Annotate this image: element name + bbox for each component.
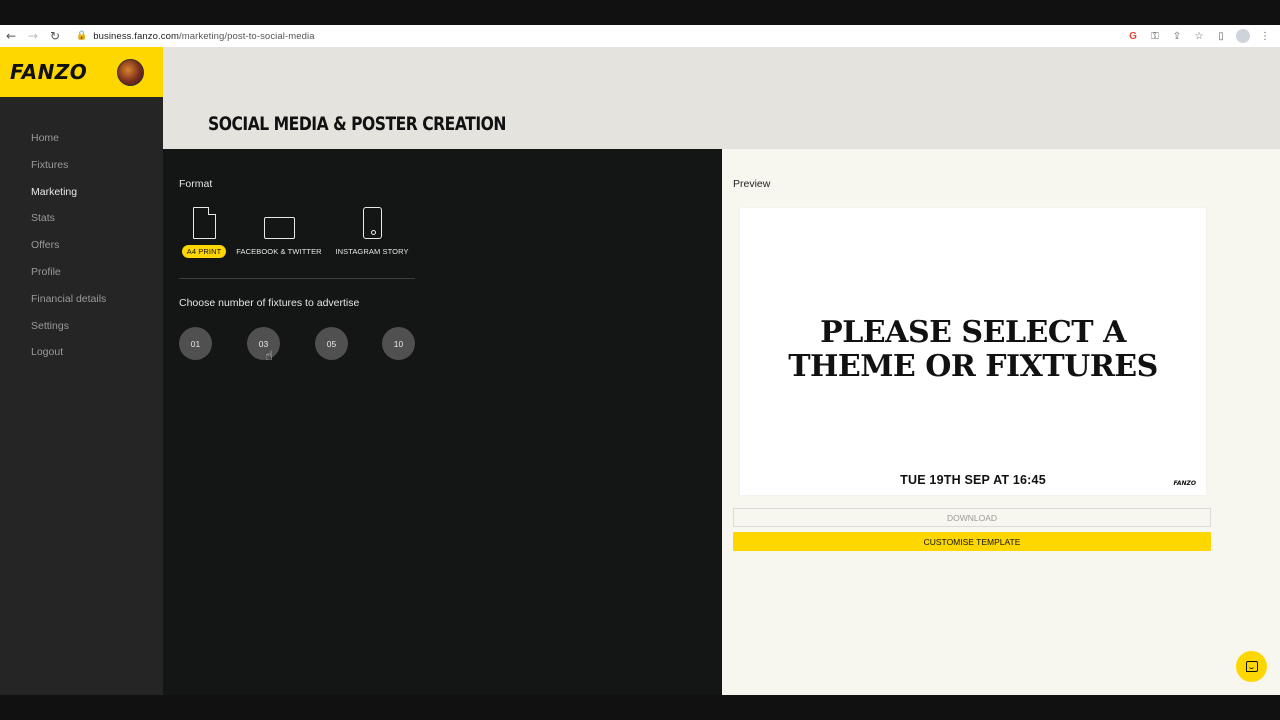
url-host: business.fanzo.com bbox=[93, 30, 179, 42]
star-icon[interactable]: ☆ bbox=[1188, 31, 1210, 42]
reload-icon[interactable]: ↻ bbox=[44, 29, 66, 43]
sidebar-item-logout[interactable]: Logout bbox=[0, 345, 163, 372]
fixture-count-05-button[interactable]: 05 bbox=[315, 327, 348, 360]
format-label-facebook-twitter: FACEBOOK & TWITTER bbox=[236, 247, 322, 256]
fixture-count-10-button[interactable]: 10 bbox=[382, 327, 415, 360]
url-path: /marketing/post-to-social-media bbox=[178, 30, 315, 42]
forward-arrow-icon[interactable]: → bbox=[22, 29, 44, 43]
customise-template-button[interactable]: CUSTOMISE TEMPLATE bbox=[733, 532, 1211, 551]
document-icon bbox=[192, 207, 216, 239]
page-title: SOCIAL MEDIA & POSTER CREATION bbox=[208, 113, 506, 135]
logo-area: FANZO bbox=[0, 47, 163, 97]
sidebar-menu: Home Fixtures Marketing Stats Offers Pro… bbox=[0, 97, 163, 372]
preview-date: TUE 19TH SEP AT 16:45 bbox=[900, 473, 1046, 487]
browser-actions: G ⚿ ⇪ ☆ ▯ ⋮ bbox=[1122, 25, 1276, 47]
sidebar-item-marketing[interactable]: Marketing bbox=[0, 185, 163, 212]
hand-cursor-icon: ☝ bbox=[265, 349, 273, 364]
google-icon[interactable]: G bbox=[1122, 31, 1144, 42]
lock-icon[interactable]: 🔒 bbox=[76, 31, 87, 41]
sidebar-item-home[interactable]: Home bbox=[0, 131, 163, 158]
chat-bubble-icon bbox=[1245, 661, 1258, 672]
fixtures-count-label: Choose number of fixtures to advertise bbox=[179, 297, 360, 309]
window-bottom-strip bbox=[0, 695, 1280, 720]
preview-label: Preview bbox=[733, 178, 771, 190]
page-header: SOCIAL MEDIA & POSTER CREATION bbox=[163, 47, 1280, 149]
sidebar-item-financial-details[interactable]: Financial details bbox=[0, 292, 163, 319]
preview-fanzo-logo: FANZO bbox=[1173, 480, 1196, 487]
phone-icon bbox=[362, 207, 382, 239]
sidebar-item-stats[interactable]: Stats bbox=[0, 211, 163, 238]
profile-avatar-icon[interactable] bbox=[1236, 29, 1250, 43]
fanzo-logo[interactable]: FANZO bbox=[10, 60, 87, 84]
back-arrow-icon[interactable]: ← bbox=[0, 29, 22, 43]
sidebar-item-fixtures[interactable]: Fixtures bbox=[0, 158, 163, 185]
editor-panel: Format A4 PRINT FACEBOOK & TWITTER INSTA… bbox=[163, 149, 722, 695]
preview-message-line-2: THEME OR FIXTURES bbox=[788, 349, 1158, 384]
sidebar-item-settings[interactable]: Settings bbox=[0, 319, 163, 346]
landscape-icon bbox=[263, 217, 295, 239]
side-panel-icon[interactable]: ▯ bbox=[1210, 31, 1232, 42]
poster-preview: PLEASE SELECT A THEME OR FIXTURES TUE 19… bbox=[740, 208, 1206, 495]
format-label-a4-print: A4 PRINT bbox=[181, 245, 227, 258]
browser-toolbar: ← → ↻ 🔒 business.fanzo.com/marketing/pos… bbox=[0, 25, 1280, 47]
download-button[interactable]: DOWNLOAD bbox=[733, 508, 1211, 527]
address-bar[interactable]: business.fanzo.com/marketing/post-to-soc… bbox=[93, 31, 314, 42]
format-option-facebook-twitter[interactable]: FACEBOOK & TWITTER bbox=[229, 207, 329, 259]
share-icon[interactable]: ⇪ bbox=[1166, 31, 1188, 42]
preview-message-line-1: PLEASE SELECT A bbox=[820, 315, 1126, 350]
format-label-instagram-story: INSTAGRAM STORY bbox=[335, 247, 409, 256]
kebab-menu-icon[interactable]: ⋮ bbox=[1254, 31, 1276, 42]
preview-panel: Preview PLEASE SELECT A THEME OR FIXTURE… bbox=[722, 149, 1280, 695]
divider bbox=[179, 278, 415, 279]
fixture-count-03-button[interactable]: 03 bbox=[247, 327, 280, 360]
chat-support-button[interactable] bbox=[1236, 651, 1267, 682]
format-label: Format bbox=[179, 178, 213, 190]
sidebar-item-offers[interactable]: Offers bbox=[0, 238, 163, 265]
sidebar-item-profile[interactable]: Profile bbox=[0, 265, 163, 292]
venue-avatar[interactable] bbox=[117, 59, 144, 86]
window-top-strip bbox=[0, 0, 1280, 25]
format-option-instagram-story[interactable]: INSTAGRAM STORY bbox=[322, 207, 422, 259]
sidebar: FANZO Home Fixtures Marketing Stats Offe… bbox=[0, 47, 163, 695]
fixture-count-01-button[interactable]: 01 bbox=[179, 327, 212, 360]
key-icon[interactable]: ⚿ bbox=[1144, 31, 1166, 42]
preview-message: PLEASE SELECT A THEME OR FIXTURES bbox=[740, 316, 1206, 384]
